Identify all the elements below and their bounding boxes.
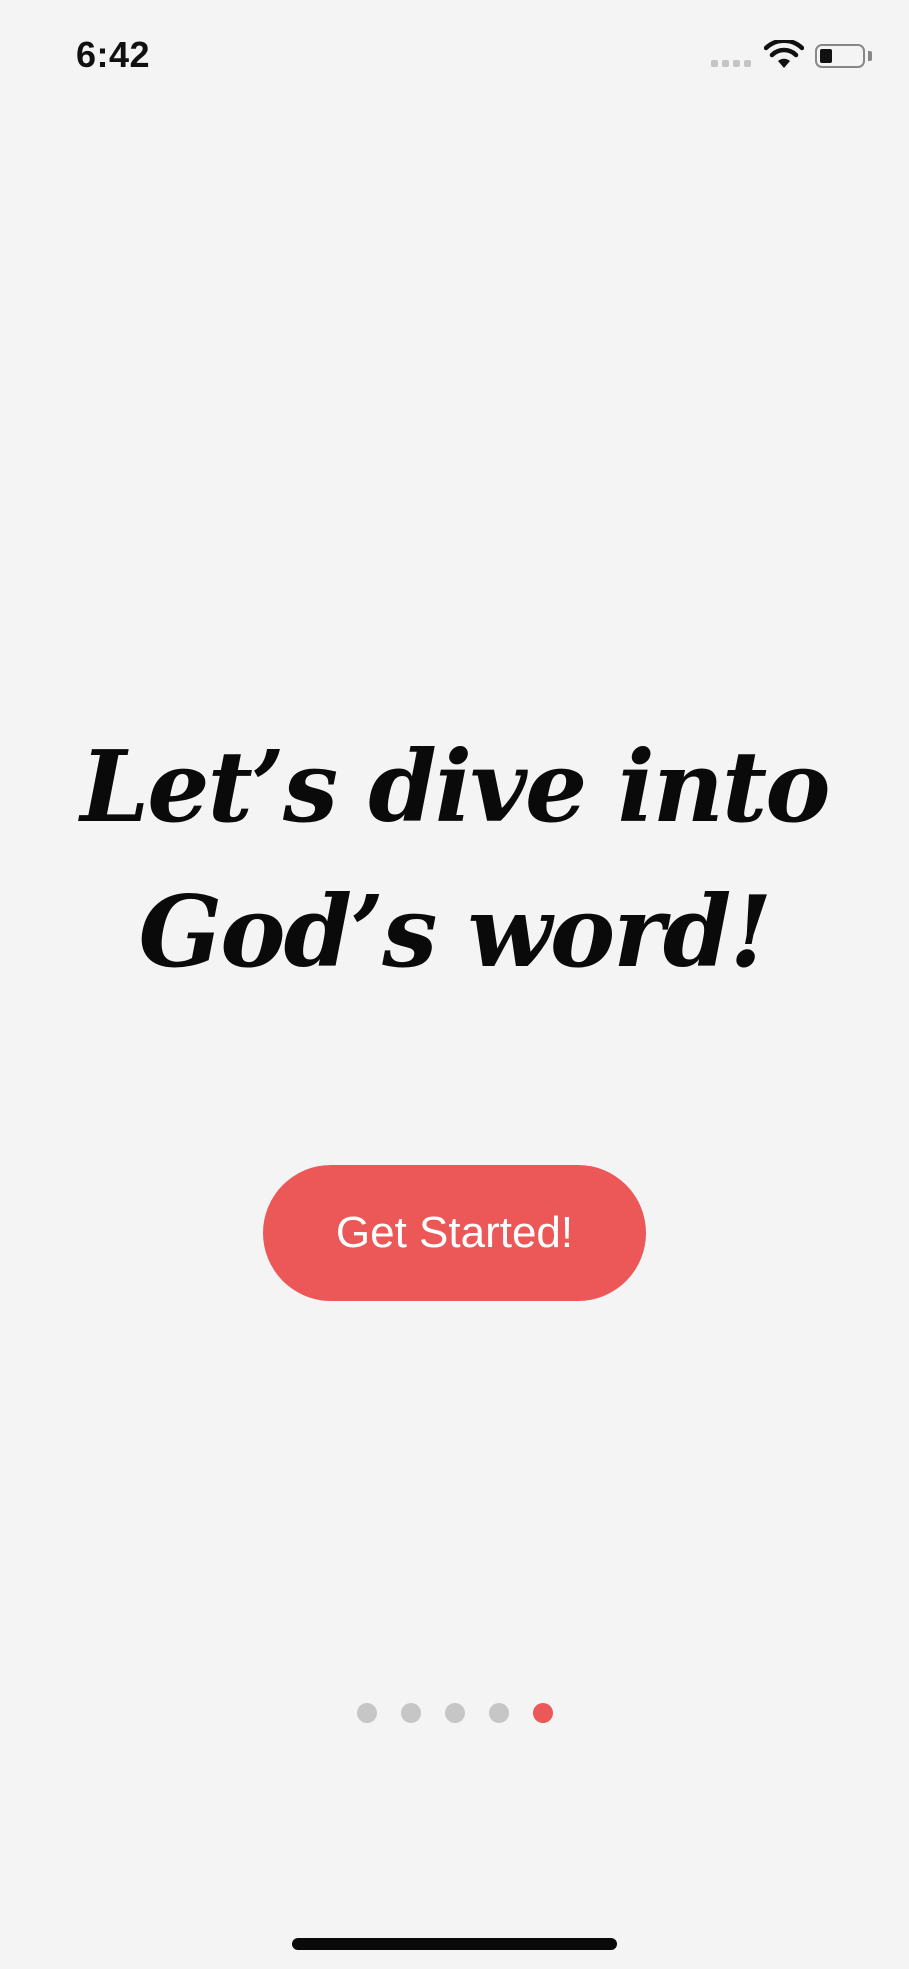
page-dot-3[interactable]: [445, 1703, 465, 1723]
status-time: 6:42: [76, 34, 151, 75]
headline-line-1: Let’s dive into: [80, 730, 830, 845]
battery-icon: [815, 44, 865, 68]
onboarding-screen: 6:42 Let’s dive into God’s word! Get Sta…: [0, 0, 909, 1969]
get-started-button[interactable]: Get Started!: [263, 1165, 646, 1301]
cellular-signal-icon: [711, 60, 751, 67]
page-dot-2[interactable]: [401, 1703, 421, 1723]
headline-line-2: God’s word!: [138, 875, 773, 990]
battery-tip: [868, 51, 872, 61]
page-indicator[interactable]: [357, 1703, 553, 1723]
page-dot-4[interactable]: [489, 1703, 509, 1723]
page-dot-5-active[interactable]: [533, 1703, 553, 1723]
wifi-icon: [764, 40, 804, 68]
home-indicator[interactable]: [292, 1938, 617, 1950]
page-dot-1[interactable]: [357, 1703, 377, 1723]
onboarding-headline: Let’s dive into God’s word!: [0, 715, 909, 1005]
